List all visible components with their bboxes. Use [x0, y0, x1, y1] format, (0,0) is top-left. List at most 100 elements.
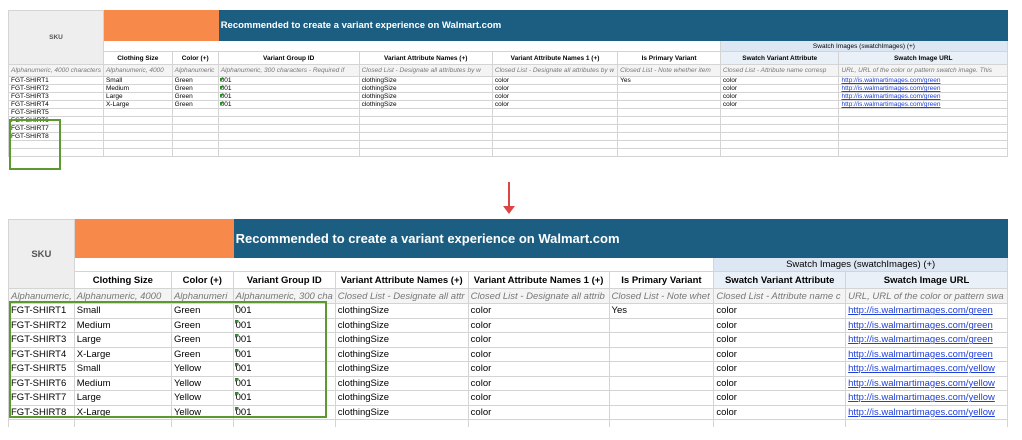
- cell-clothing-size[interactable]: Medium: [73, 375, 172, 391]
- cell-clothing-size[interactable]: Small: [73, 361, 172, 377]
- cell-variant-group-id[interactable]: 001: [232, 404, 336, 420]
- col-header-swatch-image-url[interactable]: Swatch Image URL: [838, 51, 1008, 65]
- cell-swatch-image-url[interactable]: http://is.walmartimages.com/yellow: [845, 361, 1008, 377]
- cell-swatch-image-url[interactable]: [838, 132, 1008, 141]
- cell-color[interactable]: [171, 116, 219, 125]
- desc-cell[interactable]: Closed List - Note whether item: [617, 64, 721, 77]
- cell-color[interactable]: Green: [171, 100, 219, 109]
- cell-variant-group-id[interactable]: 001: [232, 303, 336, 319]
- empty-cell[interactable]: [217, 140, 360, 149]
- cell-is-primary-variant[interactable]: [617, 132, 721, 141]
- cell-variant-group-id[interactable]: [217, 108, 360, 117]
- desc-cell[interactable]: Alphanumeric, 4000: [102, 64, 173, 77]
- cell-sku[interactable]: FGT-SHIRT2: [8, 84, 104, 93]
- desc-cell[interactable]: Alphanumeric: [171, 64, 219, 77]
- cell-variant-attribute-names[interactable]: clothingSize: [334, 404, 469, 420]
- cell-is-primary-variant[interactable]: [608, 361, 715, 377]
- cell-color[interactable]: Green: [171, 76, 219, 85]
- cell-is-primary-variant[interactable]: Yes: [608, 303, 715, 319]
- cell-variant-group-id[interactable]: 001: [217, 84, 360, 93]
- swatch-group-header[interactable]: Swatch Images (swatchImages) (+): [713, 257, 1008, 272]
- cell-sku[interactable]: FGT-SHIRT6: [8, 375, 75, 391]
- empty-cell[interactable]: [608, 419, 715, 427]
- cell-swatch-image-url[interactable]: http://is.walmartimages.com/green: [838, 76, 1008, 85]
- cell-clothing-size[interactable]: X-Large: [73, 404, 172, 420]
- empty-cell[interactable]: [217, 148, 360, 157]
- cell-clothing-size[interactable]: [102, 108, 173, 117]
- cell-variant-attribute-names-1[interactable]: color: [467, 361, 610, 377]
- cell-color[interactable]: Yellow: [170, 361, 234, 377]
- empty-cell[interactable]: [102, 140, 173, 149]
- cell-swatch-variant-attribute[interactable]: color: [713, 375, 847, 391]
- cell-variant-attribute-names-1[interactable]: color: [467, 346, 610, 362]
- cell-variant-attribute-names-1[interactable]: color: [491, 100, 619, 109]
- cell-clothing-size[interactable]: Large: [73, 390, 172, 406]
- cell-clothing-size[interactable]: [102, 124, 173, 133]
- cell-clothing-size[interactable]: Small: [73, 303, 172, 319]
- cell-swatch-image-url[interactable]: http://is.walmartimages.com/yellow: [845, 390, 1008, 406]
- desc-cell[interactable]: URL, URL of the color or pattern swa: [845, 288, 1008, 304]
- cell-color[interactable]: [171, 132, 219, 141]
- cell-variant-attribute-names[interactable]: clothingSize: [334, 390, 469, 406]
- cell-sku[interactable]: FGT-SHIRT6: [8, 116, 104, 125]
- cell-color[interactable]: Green: [170, 303, 234, 319]
- col-header-variant-attribute-names-1[interactable]: Variant Attribute Names 1 (+): [467, 271, 610, 289]
- empty-cell[interactable]: [467, 419, 610, 427]
- cell-swatch-variant-attribute[interactable]: color: [713, 361, 847, 377]
- cell-swatch-variant-attribute[interactable]: [719, 132, 840, 141]
- col-header-variant-attribute-names[interactable]: Variant Attribute Names (+): [334, 271, 469, 289]
- empty-cell[interactable]: [102, 148, 173, 157]
- banner-title[interactable]: Recommended to create a variant experien…: [232, 219, 1008, 258]
- cell-swatch-image-url[interactable]: http://is.walmartimages.com/green: [838, 92, 1008, 101]
- cell-color[interactable]: Yellow: [170, 390, 234, 406]
- cell-color[interactable]: [171, 124, 219, 133]
- col-header-swatch-image-url[interactable]: Swatch Image URL: [845, 271, 1008, 289]
- empty-cell[interactable]: [491, 140, 619, 149]
- cell-color[interactable]: Green: [171, 84, 219, 93]
- desc-cell[interactable]: Closed List - Designate all attributes b…: [491, 64, 619, 77]
- cell-swatch-variant-attribute[interactable]: color: [719, 92, 840, 101]
- cell-variant-attribute-names[interactable]: clothingSize: [334, 332, 469, 348]
- cell-variant-group-id[interactable]: 001: [232, 361, 336, 377]
- cell-variant-attribute-names-1[interactable]: [491, 132, 619, 141]
- cell-variant-attribute-names[interactable]: clothingSize: [334, 361, 469, 377]
- desc-cell[interactable]: Alphanumeric, 4000 characters: [8, 64, 104, 77]
- cell-variant-attribute-names[interactable]: [358, 132, 493, 141]
- cell-variant-attribute-names[interactable]: [358, 108, 493, 117]
- cell-is-primary-variant[interactable]: [617, 84, 721, 93]
- cell-swatch-image-url[interactable]: http://is.walmartimages.com/green: [845, 346, 1008, 362]
- cell-swatch-variant-attribute[interactable]: color: [719, 76, 840, 85]
- sku-header[interactable]: SKU: [8, 219, 75, 289]
- cell-variant-group-id[interactable]: [217, 132, 360, 141]
- desc-cell[interactable]: Alphanumeric, 300 cha: [232, 288, 336, 304]
- cell-swatch-image-url[interactable]: [838, 124, 1008, 133]
- cell-clothing-size[interactable]: X-Large: [102, 100, 173, 109]
- empty-cell[interactable]: [171, 148, 219, 157]
- empty-cell[interactable]: [838, 148, 1008, 157]
- col-header-variant-group-id[interactable]: Variant Group ID: [217, 51, 360, 65]
- cell-swatch-variant-attribute[interactable]: color: [719, 84, 840, 93]
- cell-swatch-variant-attribute[interactable]: color: [719, 100, 840, 109]
- empty-cell[interactable]: [617, 140, 721, 149]
- cell-swatch-image-url[interactable]: [838, 108, 1008, 117]
- desc-cell[interactable]: Alphanumeri: [170, 288, 234, 304]
- cell-sku[interactable]: FGT-SHIRT7: [8, 124, 104, 133]
- cell-is-primary-variant[interactable]: [617, 92, 721, 101]
- cell-sku[interactable]: FGT-SHIRT8: [8, 132, 104, 141]
- empty-cell[interactable]: [8, 140, 104, 149]
- cell-swatch-variant-attribute[interactable]: color: [713, 317, 847, 333]
- desc-cell[interactable]: Closed List - Note whet: [608, 288, 715, 304]
- cell-sku[interactable]: FGT-SHIRT1: [8, 303, 75, 319]
- empty-cell[interactable]: [73, 419, 172, 427]
- cell-is-primary-variant[interactable]: [617, 116, 721, 125]
- cell-variant-group-id[interactable]: 001: [232, 375, 336, 391]
- col-header-variant-attribute-names[interactable]: Variant Attribute Names (+): [358, 51, 493, 65]
- cell-variant-attribute-names[interactable]: clothingSize: [334, 375, 469, 391]
- cell-sku[interactable]: FGT-SHIRT5: [8, 361, 75, 377]
- cell-variant-attribute-names-1[interactable]: color: [467, 303, 610, 319]
- cell-variant-group-id[interactable]: 001: [217, 76, 360, 85]
- empty-cell[interactable]: [8, 148, 104, 157]
- empty-cell[interactable]: [719, 148, 840, 157]
- cell-color[interactable]: Yellow: [170, 404, 234, 420]
- cell-color[interactable]: Green: [171, 92, 219, 101]
